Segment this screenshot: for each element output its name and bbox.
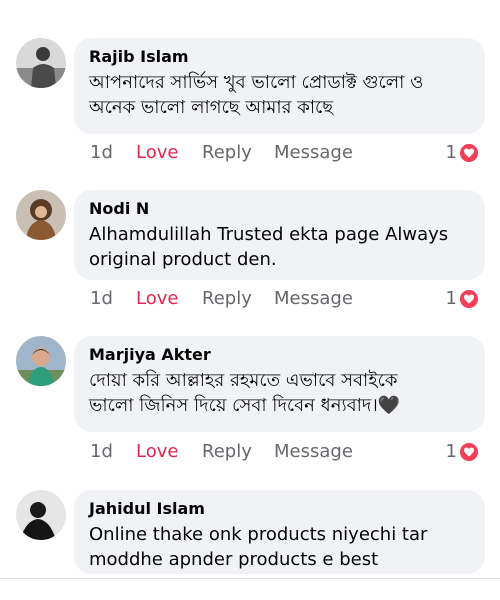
comment-text: Alhamdulillah Trusted ekta page Always o… [89, 224, 449, 270]
message-button[interactable]: Message [274, 140, 353, 166]
reply-button[interactable]: Reply [202, 140, 252, 166]
comment-actions: 1d Love Reply Message 1 [90, 439, 490, 465]
avatar-image [16, 38, 66, 88]
reaction-count: 1 [445, 441, 457, 462]
commenter-name[interactable]: Rajib Islam [89, 46, 471, 68]
reaction-count: 1 [445, 142, 457, 163]
avatar[interactable] [16, 38, 66, 88]
reaction-summary[interactable]: 1 [446, 286, 480, 312]
message-button[interactable]: Message [274, 286, 353, 312]
comment-bubble: Jahidul Islam Online thake onk products … [74, 490, 485, 574]
reply-button[interactable]: Reply [202, 286, 252, 312]
comment-text: আপনাদের সার্ভিস খুব ভালো প্রোডাক্ট গুলো … [89, 72, 424, 118]
avatar[interactable] [16, 190, 66, 240]
reaction-summary[interactable]: 1 [446, 439, 480, 465]
divider [0, 578, 500, 579]
reply-button[interactable]: Reply [202, 439, 252, 465]
comment-actions: 1d Love Reply Message 1 [90, 286, 490, 312]
avatar-image [16, 190, 66, 240]
comment-bubble: Nodi N Alhamdulillah Trusted ekta page A… [74, 190, 485, 280]
avatar[interactable] [16, 336, 66, 386]
comment-text: দোয়া করি আল্লাহর রহমতে এভাবে সবাইকে ভাল… [89, 370, 401, 416]
heart-icon [458, 441, 480, 463]
comment-text: Online thake onk products niyechi tar mo… [89, 524, 428, 570]
comment-actions: 1d Love Reply Message 1 [90, 140, 490, 166]
commenter-name[interactable]: Nodi N [89, 198, 471, 220]
comment-bubble: Marjiya Akter দোয়া করি আল্লাহর রহমতে এভ… [74, 336, 485, 432]
avatar[interactable] [16, 490, 66, 540]
heart-icon [458, 288, 480, 310]
comment-timestamp[interactable]: 1d [90, 439, 113, 465]
comment-timestamp[interactable]: 1d [90, 286, 113, 312]
avatar-image [16, 490, 66, 540]
commenter-name[interactable]: Marjiya Akter [89, 344, 471, 366]
avatar-image [16, 336, 66, 386]
comment-bubble: Rajib Islam আপনাদের সার্ভিস খুব ভালো প্র… [74, 38, 485, 134]
message-button[interactable]: Message [274, 439, 353, 465]
love-button[interactable]: Love [136, 439, 178, 465]
comment-timestamp[interactable]: 1d [90, 140, 113, 166]
love-button[interactable]: Love [136, 140, 178, 166]
reaction-count: 1 [445, 288, 457, 309]
reaction-summary[interactable]: 1 [446, 140, 480, 166]
love-button[interactable]: Love [136, 286, 178, 312]
commenter-name[interactable]: Jahidul Islam [89, 498, 471, 520]
heart-icon [458, 142, 480, 164]
